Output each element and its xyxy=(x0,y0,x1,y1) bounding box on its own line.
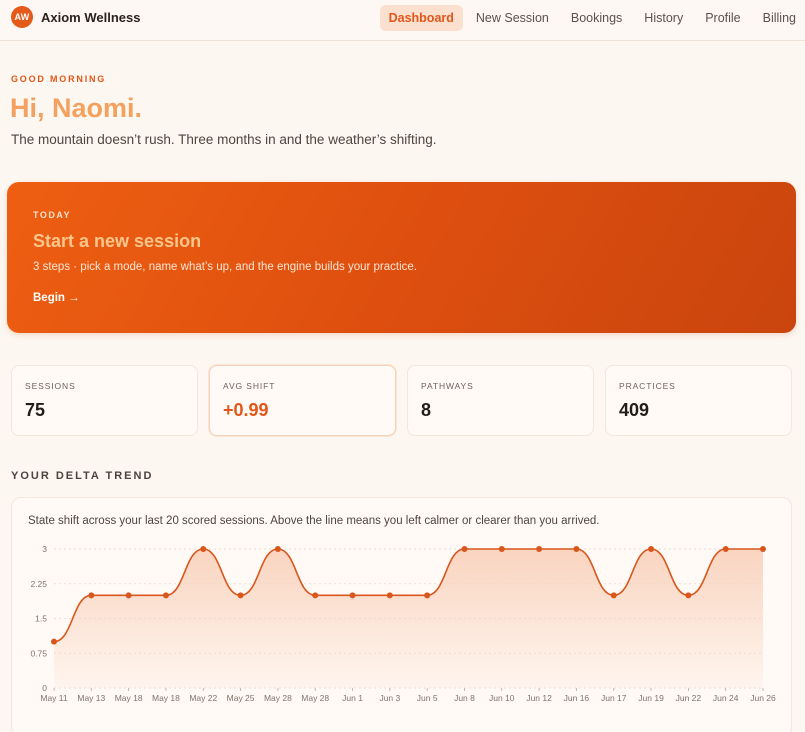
x-tick-label: Jun 22 xyxy=(676,693,702,703)
hero-eyebrow: TODAY xyxy=(33,210,72,220)
x-tick-label: Jun 8 xyxy=(454,693,475,703)
nav-bookings[interactable]: Bookings xyxy=(562,5,631,31)
nav-dashboard[interactable]: Dashboard xyxy=(379,5,463,31)
stat-value: 8 xyxy=(421,400,432,420)
x-tick-label: May 18 xyxy=(115,693,143,703)
x-tick-label: May 11 xyxy=(40,693,68,703)
data-point xyxy=(722,546,729,552)
x-tick-label: May 28 xyxy=(264,693,292,703)
x-tick-label: May 22 xyxy=(189,693,217,703)
data-point xyxy=(237,592,244,599)
x-tick-label: Jun 16 xyxy=(564,693,590,703)
greeting-eyebrow: GOOD MORNING xyxy=(11,74,107,84)
nav-new-session[interactable]: New Session xyxy=(467,5,558,31)
x-tick-label: Jun 24 xyxy=(713,693,739,703)
stat-value: 75 xyxy=(25,400,46,420)
greeting-title: Hi, Naomi. xyxy=(10,93,143,123)
new-session-card[interactable]: TODAY Start a new session 3 steps · pick… xyxy=(7,182,796,333)
data-point xyxy=(162,592,169,599)
x-tick-label: Jun 12 xyxy=(526,693,552,703)
stat-value: 409 xyxy=(619,400,650,420)
data-point xyxy=(312,592,319,599)
x-tick-label: Jun 17 xyxy=(601,693,627,703)
brand-name: Axiom Wellness xyxy=(41,9,141,25)
stat-label: SESSIONS xyxy=(25,381,76,391)
hero-title: Start a new session xyxy=(33,231,202,251)
x-tick-label: Jun 3 xyxy=(379,693,400,703)
hero-subtitle: 3 steps · pick a mode, name what’s up, a… xyxy=(33,261,417,273)
data-point xyxy=(610,592,617,599)
stat-card-pathways: PATHWAYS 8 xyxy=(407,365,594,436)
data-point xyxy=(685,592,692,599)
y-tick-label: 0 xyxy=(42,683,47,693)
x-tick-label: May 13 xyxy=(77,693,105,703)
top-navbar: AW Axiom Wellness Dashboard New Session … xyxy=(0,0,805,41)
nav-links: Dashboard New Session Bookings History P… xyxy=(376,5,805,31)
data-point xyxy=(536,546,543,552)
stat-value: +0.99 xyxy=(223,400,269,420)
trend-area xyxy=(54,549,763,688)
greeting-tagline: The mountain doesn’t rush. Three months … xyxy=(11,132,437,147)
x-tick-label: May 18 xyxy=(152,693,180,703)
begin-button[interactable]: Begin → xyxy=(33,292,80,304)
x-tick-label: Jun 10 xyxy=(489,693,515,703)
data-point xyxy=(760,546,766,552)
x-tick-label: May 28 xyxy=(301,693,329,703)
stat-label: PATHWAYS xyxy=(421,381,474,391)
y-tick-label: 2.25 xyxy=(30,579,47,589)
brand-logo: AW xyxy=(11,6,33,28)
trend-chart: 0 0.75 1.5 2.25 3 May 11 May 13 May 18 May 18 May… xyxy=(30,544,776,703)
data-point xyxy=(648,546,655,552)
x-tick-label: Jun 19 xyxy=(638,693,664,703)
data-point xyxy=(498,546,505,552)
data-point xyxy=(125,592,132,599)
y-tick-label: 1.5 xyxy=(35,614,47,624)
x-tick-label: Jun 26 xyxy=(750,693,776,703)
data-point xyxy=(88,592,95,599)
data-point xyxy=(386,592,393,599)
data-point xyxy=(200,546,207,552)
nav-history[interactable]: History xyxy=(635,5,692,31)
nav-profile[interactable]: Profile xyxy=(696,5,749,31)
brand[interactable]: AW Axiom Wellness xyxy=(11,6,140,28)
y-tick-label: 3 xyxy=(42,544,47,554)
trend-chart-card: State shift across your last 20 scored s… xyxy=(11,497,792,732)
stat-label: PRACTICES xyxy=(619,381,676,391)
data-point xyxy=(274,546,281,552)
stat-label: AVG SHIFT xyxy=(223,381,276,391)
trend-section-title: YOUR DELTA TREND xyxy=(11,470,154,482)
x-tick-label: Jun 5 xyxy=(417,693,438,703)
data-point xyxy=(573,546,580,552)
y-tick-label: 0.75 xyxy=(30,648,47,658)
stat-card-sessions: SESSIONS 75 xyxy=(11,365,198,436)
nav-billing[interactable]: Billing xyxy=(754,5,805,31)
x-tick-label: Jun 1 xyxy=(342,693,363,703)
data-point xyxy=(424,592,431,599)
data-point xyxy=(51,638,57,645)
data-point xyxy=(461,546,468,552)
x-tick-label: May 25 xyxy=(227,693,255,703)
stat-card-avg-shift: AVG SHIFT +0.99 xyxy=(209,365,396,436)
data-point xyxy=(349,592,356,599)
stat-card-practices: PRACTICES 409 xyxy=(605,365,792,436)
